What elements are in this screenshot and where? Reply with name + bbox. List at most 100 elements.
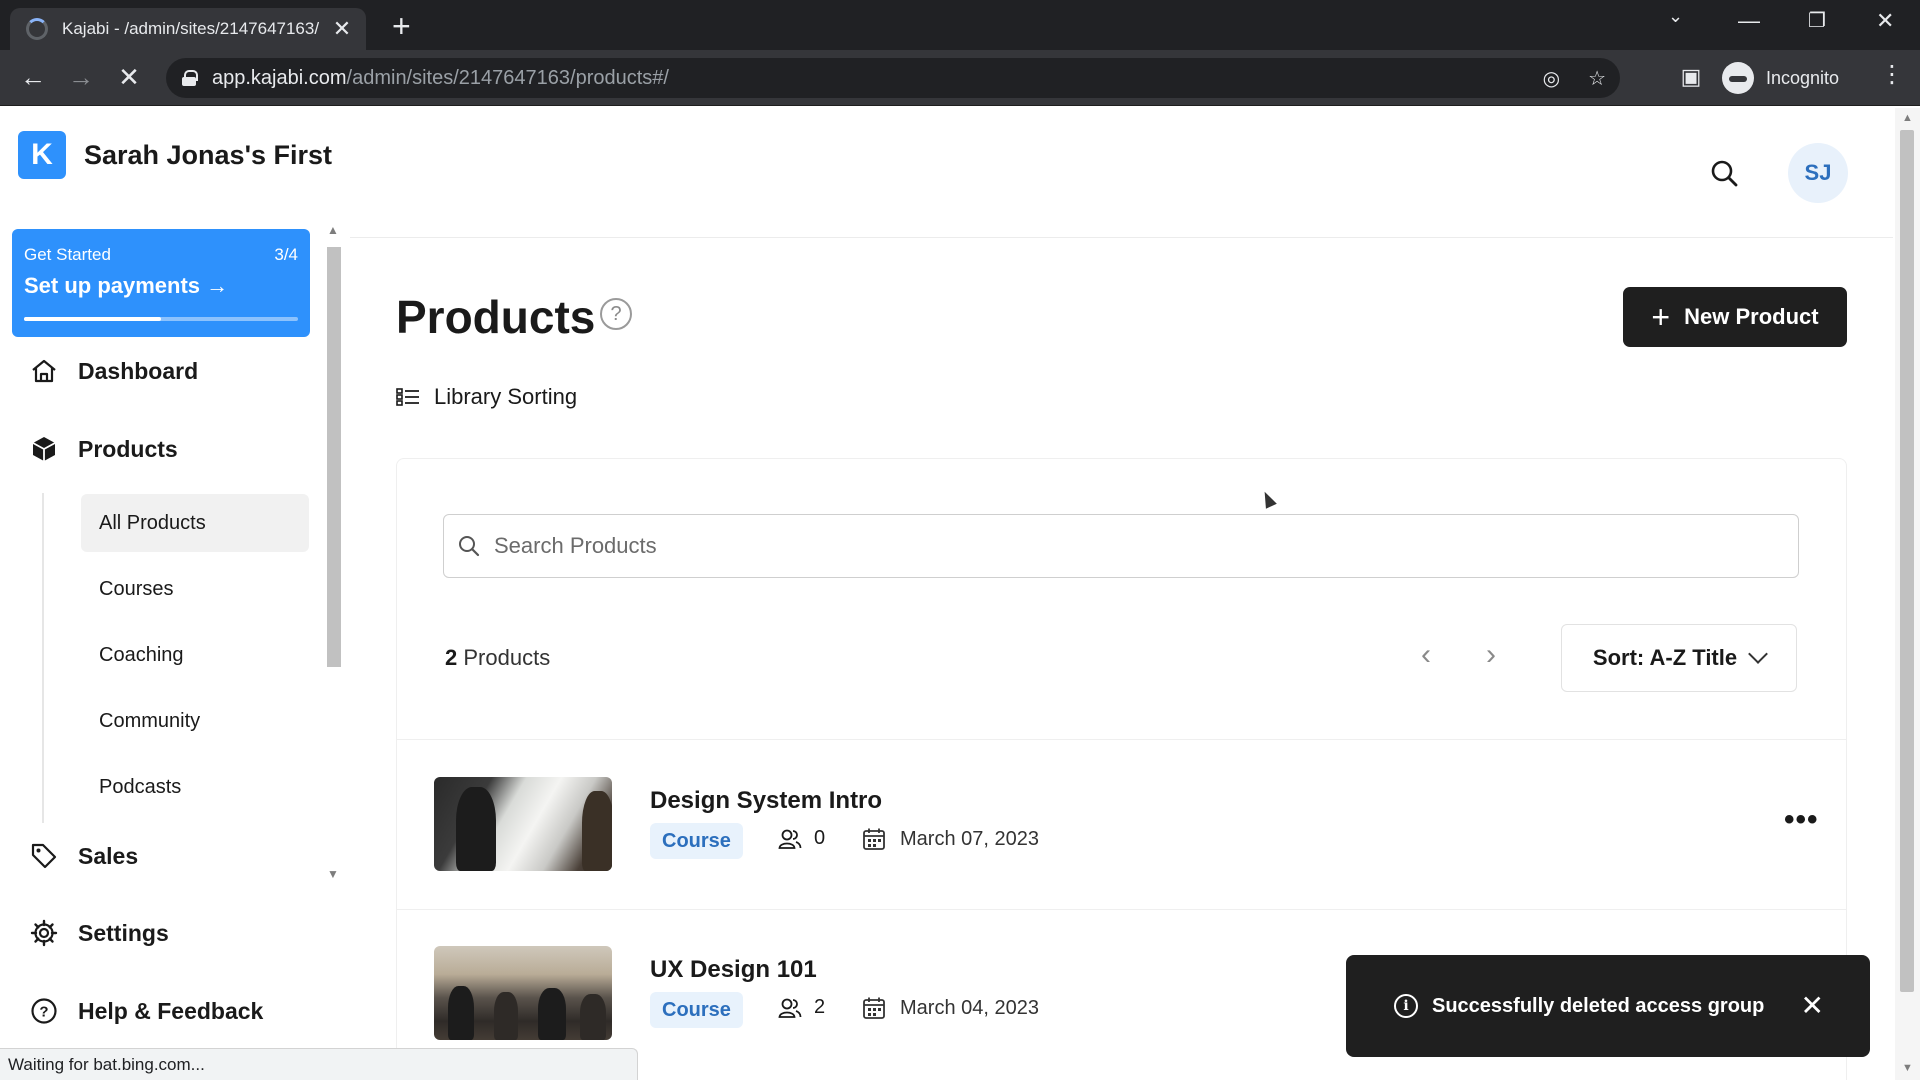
product-count-label: Products: [463, 645, 551, 670]
brand[interactable]: K Sarah Jonas's First: [18, 131, 332, 179]
sort-label: Sort: A-Z Title: [1592, 645, 1738, 670]
toast-message: Successfully deleted access group: [1432, 994, 1765, 1017]
sidebar-item-products[interactable]: Products: [28, 433, 178, 465]
url-host: app.kajabi.com: [212, 66, 347, 89]
more-options-icon[interactable]: •••: [1784, 803, 1819, 837]
created-date: March 04, 2023: [900, 996, 1039, 1019]
product-thumbnail: [434, 946, 612, 1040]
toast-close-icon[interactable]: ✕: [1801, 989, 1824, 1022]
address-bar[interactable]: app.kajabi.com/admin/sites/2147647163/pr…: [166, 58, 1620, 98]
get-started-progress-fill: [24, 317, 161, 321]
stop-loading-icon[interactable]: ✕: [112, 62, 146, 92]
row-divider: [397, 909, 1846, 910]
box-icon: [28, 433, 60, 465]
incognito-profile[interactable]: Incognito: [1722, 58, 1839, 98]
product-type-badge: Course: [650, 992, 743, 1028]
new-tab-icon[interactable]: +: [392, 10, 411, 42]
product-members: 2: [778, 996, 825, 1019]
members-icon: [778, 998, 802, 1018]
new-product-button[interactable]: + New Product: [1623, 287, 1847, 347]
browser-toolbar: ← → ✕ app.kajabi.com/admin/sites/2147647…: [0, 50, 1920, 106]
product-count-number: 2: [445, 645, 458, 670]
profile-label: Incognito: [1766, 67, 1840, 88]
calendar-icon: [863, 997, 885, 1019]
search-icon[interactable]: [1710, 159, 1738, 187]
product-title[interactable]: UX Design 101: [650, 956, 817, 984]
get-started-label: Get Started: [24, 245, 111, 264]
product-row[interactable]: Design System Intro Course 0 March 07, 2…: [434, 777, 1818, 873]
product-title[interactable]: Design System Intro: [650, 787, 882, 815]
list-icon: [396, 388, 419, 406]
sidebar-item-label: Sales: [78, 842, 139, 869]
sidebar-item-settings[interactable]: Settings: [28, 917, 169, 949]
search-products-field[interactable]: [443, 514, 1799, 578]
new-product-label: New Product: [1684, 304, 1819, 329]
sidebar-item-help[interactable]: ? Help & Feedback: [28, 995, 263, 1027]
search-products-input[interactable]: [494, 533, 1694, 559]
member-count: 2: [814, 996, 826, 1018]
sidebar-item-label: Settings: [78, 919, 169, 946]
arrow-right-icon: →: [206, 273, 229, 298]
avatar[interactable]: SJ: [1788, 143, 1848, 203]
scroll-down-icon[interactable]: ▼: [327, 867, 339, 881]
tag-icon: [28, 840, 60, 872]
browser-tab[interactable]: Kajabi - /admin/sites/2147647163/product…: [10, 8, 366, 50]
sidebar-subitem-community[interactable]: Community: [81, 692, 309, 750]
calendar-icon: [863, 828, 885, 850]
product-count: 2 Products: [445, 645, 550, 671]
member-count: 0: [814, 827, 826, 849]
browser-menu-icon[interactable]: ⋮: [1880, 60, 1904, 89]
product-members: 0: [778, 827, 825, 850]
restore-icon[interactable]: ❐: [1808, 8, 1826, 33]
eye-slash-icon[interactable]: ◎: [1543, 66, 1560, 91]
home-icon: [28, 355, 60, 387]
created-date: March 07, 2023: [900, 827, 1039, 850]
get-started-progress-bar: [24, 317, 298, 321]
sidebar-item-label: Dashboard: [78, 357, 199, 384]
help-circle-icon: ?: [28, 995, 60, 1027]
incognito-icon: [1722, 62, 1754, 94]
tab-close-icon[interactable]: ✕: [330, 16, 354, 42]
url-path: /admin/sites/2147647163/products#/: [346, 66, 669, 89]
sub-nav-divider: [42, 493, 44, 823]
get-started-progress-text: 3/4: [274, 245, 298, 264]
chevron-right-icon[interactable]: ›: [1486, 640, 1496, 670]
forward-arrow-icon[interactable]: →: [64, 62, 98, 92]
star-icon[interactable]: ☆: [1588, 66, 1606, 91]
chevron-down-icon: [1748, 644, 1769, 664]
product-date: March 07, 2023: [862, 827, 1039, 851]
sort-dropdown[interactable]: Sort: A-Z Title: [1561, 624, 1797, 692]
sidebar-scrollbar[interactable]: ▲ ▼: [324, 223, 344, 883]
get-started-title: Set up payments: [24, 273, 201, 298]
sidebar-item-sales[interactable]: Sales: [28, 840, 138, 872]
tab-title: Kajabi - /admin/sites/2147647163/product…: [62, 19, 320, 38]
scroll-up-icon[interactable]: ▲: [1902, 112, 1913, 124]
sidebar-item-label: Products: [78, 435, 178, 462]
success-toast: i Successfully deleted access group ✕: [1346, 955, 1870, 1057]
get-started-card[interactable]: Get Started 3/4 Set up payments →: [12, 229, 310, 337]
minimize-icon[interactable]: —: [1738, 8, 1760, 34]
tab-search-chevron-icon[interactable]: ⌄: [1668, 6, 1683, 27]
product-thumbnail: [434, 777, 612, 871]
question-icon[interactable]: ?: [600, 298, 632, 330]
row-divider: [397, 739, 1846, 740]
header-divider: [350, 237, 1893, 238]
page-scrollbar[interactable]: ▲ ▼: [1895, 108, 1920, 1080]
sidebar-item-dashboard[interactable]: Dashboard: [28, 355, 198, 387]
library-sorting-link[interactable]: Library Sorting: [396, 384, 577, 410]
side-panel-icon[interactable]: ▣: [1674, 62, 1708, 92]
scroll-up-icon[interactable]: ▲: [327, 223, 339, 237]
sidebar-scroll-thumb[interactable]: [327, 247, 341, 667]
sidebar-subitem-podcasts[interactable]: Podcasts: [81, 758, 309, 816]
sidebar-subitem-coaching[interactable]: Coaching: [81, 626, 309, 684]
back-arrow-icon[interactable]: ←: [16, 62, 50, 92]
lock-icon: [182, 70, 198, 86]
scroll-down-icon[interactable]: ▼: [1902, 1062, 1913, 1074]
chevron-left-icon[interactable]: ‹: [1421, 640, 1431, 670]
browser-status-bar: Waiting for bat.bing.com...: [0, 1048, 638, 1080]
sidebar-subitem-courses[interactable]: Courses: [81, 560, 309, 618]
sidebar-subitem-all-products[interactable]: All Products: [81, 494, 309, 552]
page-scroll-thumb[interactable]: [1900, 130, 1914, 992]
loading-spinner-icon: [26, 18, 48, 40]
window-close-icon[interactable]: ✕: [1876, 8, 1894, 34]
